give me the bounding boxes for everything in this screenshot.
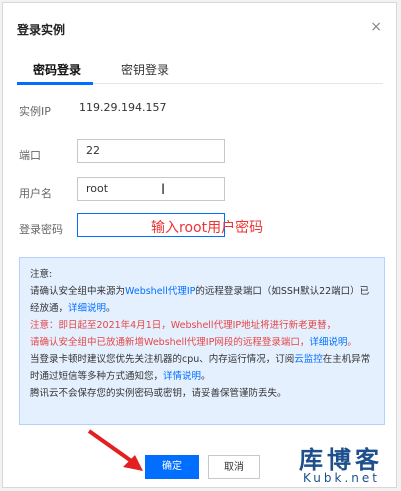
detail-link-1[interactable]: 详细说明 [68, 303, 106, 314]
username-label: 用户名 [19, 187, 52, 200]
webshell-ip-link[interactable]: Webshell代理IP [125, 286, 195, 297]
watermark-logo: 库博客 [299, 446, 383, 474]
notice-text: 。 [106, 303, 116, 314]
instance-ip-value: 119.29.194.157 [79, 101, 167, 114]
notice-text: 请确认安全组中已放通新增Webshell代理IP网段的远程登录端口， [30, 337, 310, 348]
tab-key-login[interactable]: 密钥登录 [121, 61, 169, 78]
password-label: 登录密码 [19, 223, 63, 236]
password-hint-annotation: 输入root用户密码 [151, 220, 264, 236]
port-label: 端口 [19, 149, 41, 162]
notice-box: 注意: 请确认安全组中来源为Webshell代理IP的远程登录端口（如SSH默认… [19, 257, 385, 425]
username-input[interactable]: root [77, 177, 225, 201]
tab-password-login[interactable]: 密码登录 [33, 61, 81, 78]
confirm-button[interactable]: 确定 [145, 455, 199, 479]
login-tabs: 密码登录 密钥登录 [17, 61, 383, 85]
detail-link-2[interactable]: 详细说明 [309, 337, 347, 348]
cancel-button[interactable]: 取消 [208, 455, 260, 479]
notice-text: 。 [201, 371, 211, 382]
pointer-arrow-icon [87, 429, 143, 471]
watermark-url: Kubk.net [303, 471, 380, 485]
notice-line-2: 注意：即日起至2021年4月1日，Webshell代理IP地址将进行新老更替， [30, 320, 337, 331]
notice-line-3: 请确认安全组中已放通新增Webshell代理IP网段的远程登录端口，详细说明。 [30, 334, 374, 351]
port-input[interactable]: 22 [77, 139, 225, 163]
dialog-title: 登录实例 [17, 23, 66, 37]
cloud-monitor-link[interactable]: 云监控 [294, 354, 323, 365]
text-cursor-icon: I [161, 182, 166, 198]
notice-heading: 注意: [30, 269, 53, 280]
notice-text: 请确认安全组中来源为 [30, 286, 126, 297]
notice-line-4: 当登录卡顿时建议您优先关注机器的cpu、内存运行情况，订阅云监控在主机异常时通过… [30, 351, 374, 385]
login-instance-dialog: 登录实例 × 密码登录 密钥登录 实例IP 119.29.194.157 端口 … [2, 2, 397, 488]
notice-text: 当登录卡顿时建议您优先关注机器的cpu、内存运行情况，订阅 [30, 354, 295, 365]
close-icon[interactable]: × [370, 19, 382, 35]
notice-line-5: 腾讯云不会保存您的实例密码或密钥，请妥善保管谨防丢失。 [30, 388, 287, 399]
instance-ip-label: 实例IP [19, 105, 51, 118]
notice-line-1: 请确认安全组中来源为Webshell代理IP的远程登录端口（如SSH默认22端口… [30, 283, 374, 317]
detail-link-3[interactable]: 详情说明 [163, 371, 201, 382]
active-tab-underline [17, 82, 93, 85]
notice-text: 。 [347, 337, 357, 348]
